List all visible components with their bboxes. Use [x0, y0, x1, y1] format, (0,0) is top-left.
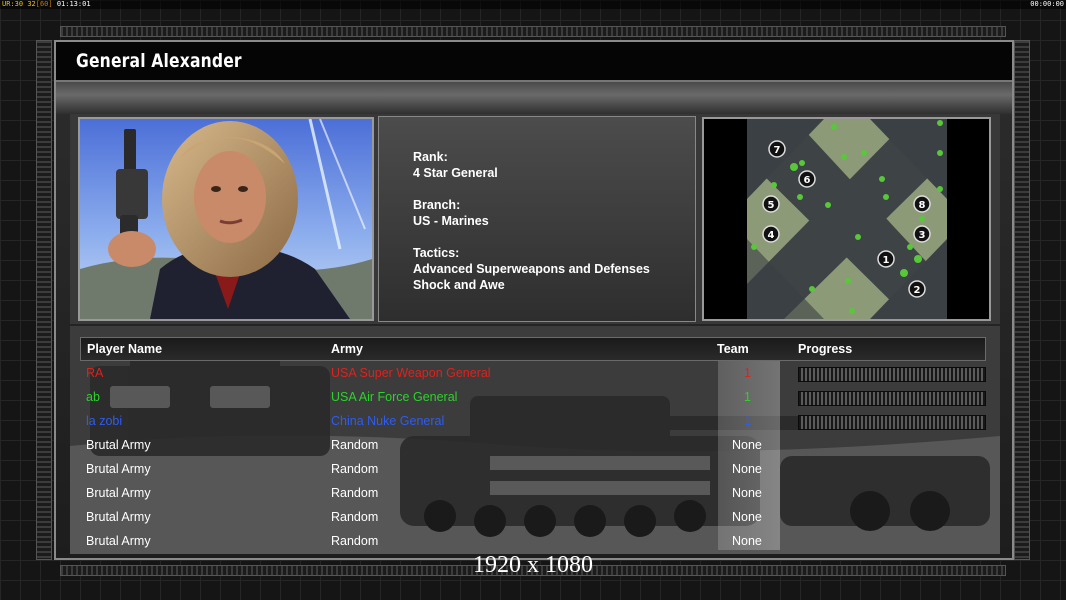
general-name-title: General Alexander [76, 50, 242, 72]
player-row: ab USA Air Force General 1 [0, 386, 1066, 408]
player-team: 1 [744, 366, 751, 380]
rank-value: 4 Star General [413, 166, 498, 180]
debug-overlay: UR:30 32[60] 01:13:01 00:00:00 [0, 0, 1066, 9]
player-army: USA Air Force General [331, 390, 458, 404]
player-row: la zobi China Nuke General 1 [0, 410, 1066, 432]
minimap-image: 7 6 5 4 1 2 3 8 [704, 119, 989, 319]
player-name: Brutal Army [86, 462, 151, 476]
svg-text:5: 5 [768, 200, 775, 211]
branch-block: Branch: US - Marines [413, 197, 489, 229]
svg-text:8: 8 [919, 200, 926, 211]
resolution-caption: 1920 x 1080 [473, 552, 593, 578]
game-clock: 00:00:00 [1030, 0, 1064, 8]
tactics-label: Tactics: [413, 246, 460, 260]
fps-value: 30 [14, 0, 24, 8]
svg-text:6: 6 [804, 175, 811, 186]
player-row: Brutal Army Random None [0, 482, 1066, 504]
player-team: 1 [744, 390, 751, 404]
loading-progress-bar [798, 391, 986, 406]
branch-label: Branch: [413, 198, 461, 212]
player-army: Random [331, 510, 379, 524]
player-army: USA Super Weapon General [331, 366, 491, 380]
header-team: Team [717, 342, 749, 356]
player-team: None [732, 438, 762, 452]
rank-block: Rank: 4 Star General [413, 149, 498, 181]
fps-readout: UR:30 32[60] 01:13:01 [2, 0, 91, 9]
start-position-4: 4 [762, 225, 780, 243]
top-rail [60, 26, 1006, 37]
start-position-2: 2 [908, 280, 926, 298]
player-name: Brutal Army [86, 486, 151, 500]
player-team: None [732, 510, 762, 524]
player-team: None [732, 534, 762, 548]
player-team: 1 [744, 414, 751, 428]
svg-text:3: 3 [919, 230, 926, 241]
tactics-item: Advanced Superweapons and Defenses [413, 262, 650, 276]
fps-max: 32 [27, 0, 36, 8]
header-player-name: Player Name [87, 342, 163, 356]
decorative-strip [56, 82, 1012, 114]
general-portrait [78, 117, 374, 321]
fps-label: UR: [2, 0, 15, 8]
general-details: Rank: 4 Star General Branch: US - Marine… [378, 116, 696, 322]
svg-text:7: 7 [774, 145, 781, 156]
start-position-1: 1 [877, 250, 895, 268]
player-name: Brutal Army [86, 438, 151, 452]
player-army: China Nuke General [331, 414, 445, 428]
start-position-5: 5 [762, 195, 780, 213]
branch-value: US - Marines [413, 214, 489, 228]
start-position-6: 6 [798, 170, 816, 188]
player-name: la zobi [86, 414, 123, 428]
loading-progress-bar [798, 415, 986, 430]
player-row: Brutal Army Random None [0, 506, 1066, 528]
header-army: Army [331, 342, 363, 356]
fps-cap: [60] [35, 0, 53, 8]
player-name: Brutal Army [86, 534, 151, 548]
minimap: 7 6 5 4 1 2 3 8 [702, 117, 991, 321]
player-name: Brutal Army [86, 510, 151, 524]
player-army: Random [331, 438, 379, 452]
title-bar: General Alexander [56, 42, 1012, 82]
player-row: Brutal Army Random None [0, 530, 1066, 552]
elapsed-time: 01:13:01 [56, 0, 91, 8]
start-position-3: 3 [913, 225, 931, 243]
portrait-image [80, 119, 372, 319]
player-name: RA [86, 366, 104, 380]
tactics-item: Shock and Awe [413, 278, 505, 292]
svg-text:2: 2 [914, 285, 921, 296]
start-position-8: 8 [913, 195, 931, 213]
tactics-block: Tactics: Advanced Superweapons and Defen… [413, 245, 650, 293]
player-row: RA USA Super Weapon General 1 [0, 362, 1066, 384]
svg-text:1: 1 [883, 255, 890, 266]
player-army: Random [331, 534, 379, 548]
header-progress: Progress [798, 342, 853, 356]
player-table-header: Player Name Army Team Progress [80, 337, 986, 361]
player-army: Random [331, 486, 379, 500]
player-name: ab [86, 390, 100, 404]
player-team: None [732, 486, 762, 500]
player-row: Brutal Army Random None [0, 434, 1066, 456]
player-army: Random [331, 462, 379, 476]
svg-text:4: 4 [768, 230, 775, 241]
rank-label: Rank: [413, 150, 448, 164]
loading-progress-bar [798, 367, 986, 382]
start-position-7: 7 [768, 140, 786, 158]
player-team: None [732, 462, 762, 476]
player-row: Brutal Army Random None [0, 458, 1066, 480]
